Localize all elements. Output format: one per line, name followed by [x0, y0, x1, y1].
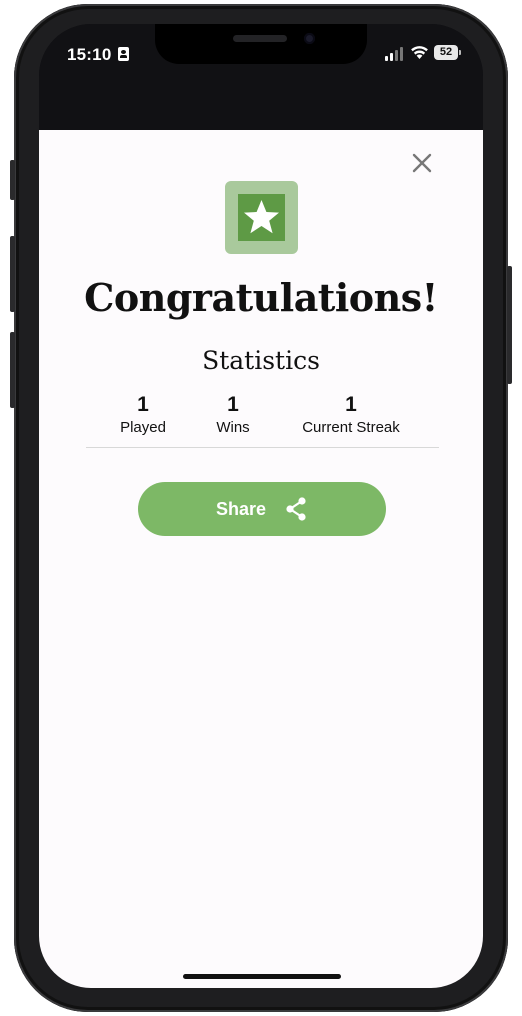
- side-button-volume-down: [10, 332, 15, 408]
- star-icon: [244, 200, 279, 234]
- status-time: 15:10: [67, 45, 112, 64]
- battery-indicator: 52: [434, 45, 458, 60]
- stat-wins: 1 Wins: [198, 393, 268, 438]
- side-button-silent: [10, 160, 15, 200]
- stat-played-label: Played: [120, 419, 166, 436]
- stat-wins-value: 1: [227, 393, 239, 416]
- achievement-badge-inner: [238, 194, 285, 241]
- front-camera: [304, 33, 315, 44]
- screen: 15:10 52 Congratulations! Statistics 1 P…: [39, 24, 483, 988]
- status-bar: 15:10 52: [39, 24, 483, 130]
- stat-current-streak-label: Current Streak: [302, 419, 400, 436]
- speaker-grille: [233, 35, 287, 42]
- dialog-title: Congratulations!: [84, 275, 438, 320]
- statistics-dialog: Congratulations! Statistics 1 Played 1 W…: [39, 130, 483, 988]
- achievement-badge: [225, 181, 298, 254]
- share-icon: [286, 497, 306, 521]
- side-button-volume-up: [10, 236, 15, 312]
- home-indicator[interactable]: [183, 974, 341, 979]
- side-button-power: [507, 266, 512, 384]
- share-button-label: Share: [215, 498, 267, 519]
- cellular-signal-icon: [385, 47, 405, 61]
- stat-played: 1 Played: [103, 393, 183, 438]
- notch: [155, 24, 367, 64]
- stat-wins-label: Wins: [216, 419, 250, 436]
- stats-divider: [86, 447, 439, 448]
- stat-current-streak: 1 Current Streak: [289, 393, 413, 438]
- stat-current-streak-value: 1: [345, 393, 357, 416]
- stat-played-value: 1: [137, 393, 149, 416]
- battery-nub: [459, 50, 461, 55]
- share-button[interactable]: Share: [138, 482, 386, 536]
- contact-card-icon: [118, 47, 129, 61]
- statistics-heading: Statistics: [202, 346, 320, 375]
- wifi-icon: [411, 46, 428, 59]
- close-icon[interactable]: [411, 152, 433, 174]
